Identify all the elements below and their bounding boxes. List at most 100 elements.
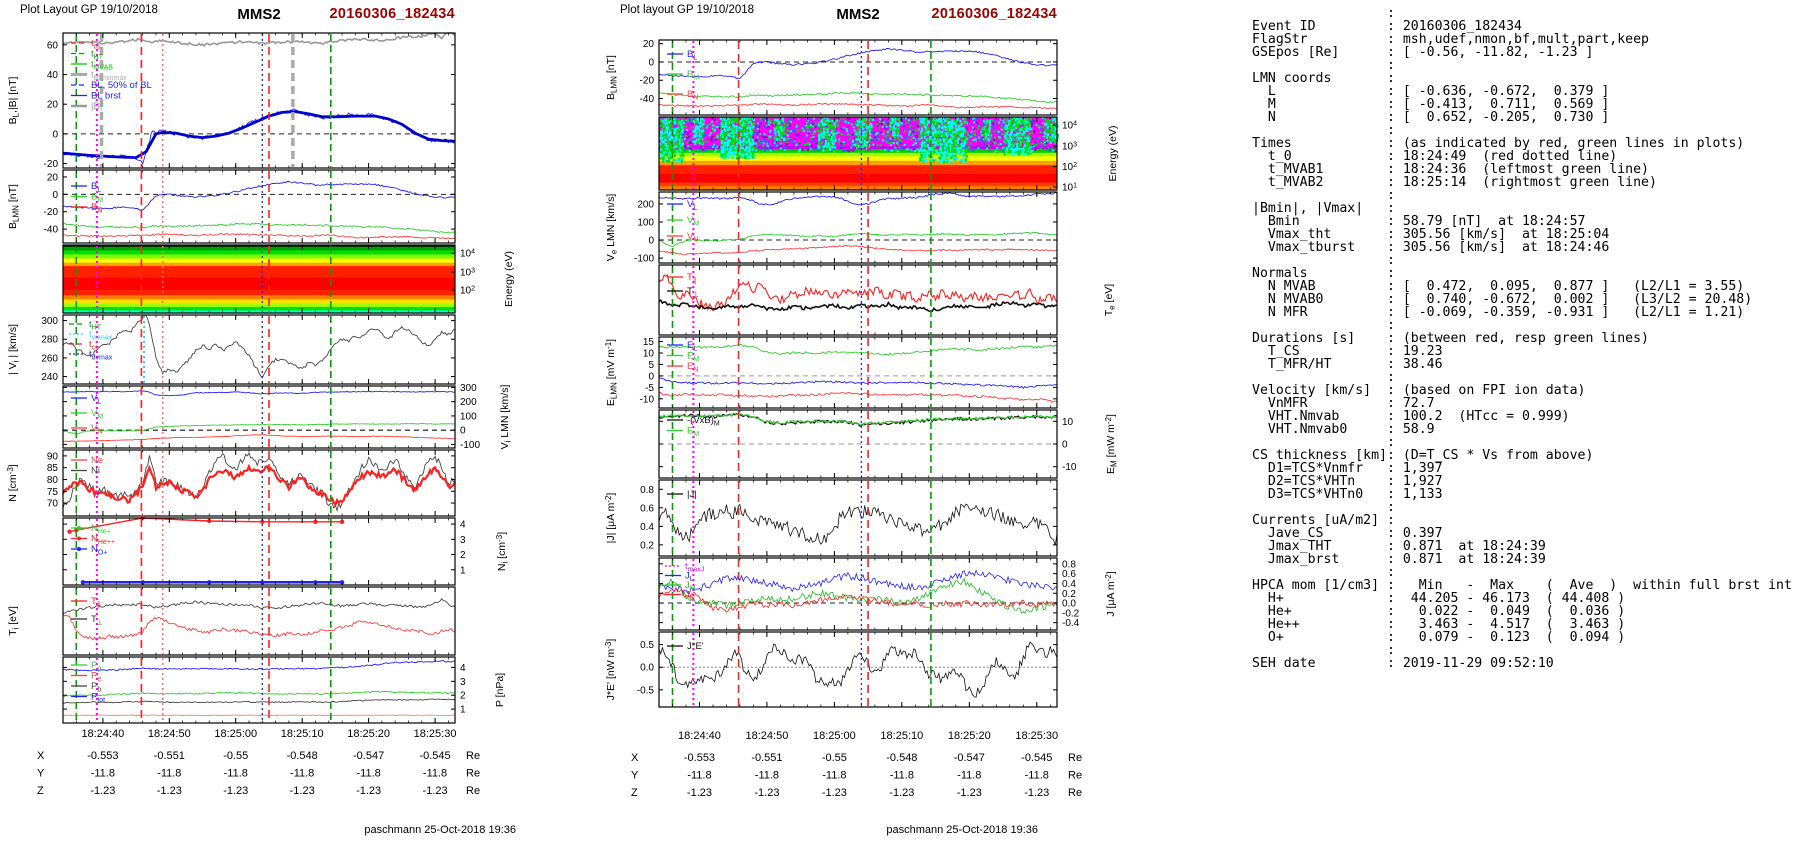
svg-text:Ti [eV]: Ti [eV] bbox=[7, 606, 21, 636]
left-position-row-Z: Z -1.23 -1.23 -1.23 -1.23 -1.23 -1.23 Re bbox=[37, 785, 480, 797]
svg-text:VM: VM bbox=[91, 408, 103, 421]
svg-text:-1.23: -1.23 bbox=[90, 785, 115, 797]
mid-panel-electron-spectrogram: 104103102101Energy (eV) bbox=[658, 116, 1119, 194]
mid-panel-ve-lmn: -1000100200Ve LMN [km/s] VLVMVN bbox=[605, 191, 1058, 265]
svg-text:|B|: |B| bbox=[91, 101, 102, 112]
mid-time-axis: 18:24:40 18:24:50 18:25:00 18:25:10 18:25:20… bbox=[678, 730, 1058, 742]
svg-text:-11.8: -11.8 bbox=[91, 768, 115, 780]
svg-text:-20: -20 bbox=[44, 207, 59, 218]
svg-text:N [cm-3]: N [cm-3] bbox=[6, 464, 19, 502]
svg-text:40: 40 bbox=[47, 70, 59, 81]
left-series-BN bbox=[62, 233, 456, 240]
svg-text:BL,|B| [nT]: BL,|B| [nT] bbox=[7, 76, 21, 124]
svg-text:-1.23: -1.23 bbox=[223, 785, 248, 797]
mid-series-JN bbox=[658, 587, 1058, 613]
svg-text:240: 240 bbox=[41, 372, 58, 383]
left-plot-canvas: -200204060BL,|B| [nT]tcstHTtMVABtBLminma… bbox=[6, 32, 515, 797]
left-panel-density: 7075808590 N [cm-3] NeNi bbox=[6, 449, 456, 517]
left-panel-vi-mag: 240260280300| Vi | [km/s] tHTtvnmaxtcstdv… bbox=[7, 314, 456, 385]
left-series-Pp bbox=[62, 690, 456, 698]
left-series-BLsmooth bbox=[62, 110, 456, 160]
svg-text:3: 3 bbox=[460, 677, 466, 688]
svg-text:Re: Re bbox=[466, 785, 480, 797]
svg-text:-0.548: -0.548 bbox=[287, 750, 318, 762]
svg-text:BLMN [nT]: BLMN [nT] bbox=[605, 55, 619, 100]
mid-position-row-Z: Z -1.23 -1.23 -1.23 -1.23 -1.23 -1.23 Re bbox=[631, 787, 1082, 799]
mid-series-EL bbox=[658, 377, 1058, 389]
left-series-BM bbox=[62, 222, 456, 234]
mid-series-JL bbox=[658, 569, 1058, 595]
svg-text:0: 0 bbox=[460, 426, 466, 437]
left-series-VM bbox=[62, 423, 456, 435]
svg-text:300: 300 bbox=[41, 316, 58, 327]
mid-series-JdotE bbox=[658, 641, 1058, 698]
svg-text:-11.8: -11.8 bbox=[356, 768, 380, 780]
svg-text:280: 280 bbox=[41, 335, 58, 346]
plot-footer-signature: paschmann 25-Oct-2018 19:36 bbox=[886, 824, 1038, 836]
svg-text:Y: Y bbox=[37, 768, 45, 780]
left-series-Bmag bbox=[63, 32, 456, 48]
svg-text:Vi LMN [km/s]: Vi LMN [km/s] bbox=[499, 385, 513, 450]
left-panel-pressure: 1234P [nPa]PpPePbPtot bbox=[62, 656, 506, 724]
svg-text:90: 90 bbox=[47, 451, 59, 462]
left-panel-ti: Ti [eV] T∥ T⊥ bbox=[7, 586, 456, 656]
svg-text:18:24:40: 18:24:40 bbox=[81, 728, 124, 740]
left-series-BLbrst bbox=[62, 108, 456, 165]
svg-text:VN: VN bbox=[91, 423, 102, 436]
svg-text:BL, 50% of BL: BL, 50% of BL bbox=[91, 80, 152, 91]
svg-text:-1.23: -1.23 bbox=[423, 785, 448, 797]
svg-text:-0.55: -0.55 bbox=[223, 750, 248, 762]
mid-series-EN bbox=[658, 391, 1058, 404]
seh-event-figure: Plot Layout GP 19/10/2018 MMS2 20160306_… bbox=[0, 0, 1804, 841]
svg-text:-0.545: -0.545 bbox=[419, 750, 450, 762]
svg-text:BLMN [nT]: BLMN [nT] bbox=[7, 184, 21, 229]
left-position-row-Y: Y -11.8 -11.8 -11.8 -11.8 -11.8 -11.8 Re bbox=[37, 768, 480, 780]
left-series-Tipar bbox=[62, 613, 455, 641]
svg-text:75: 75 bbox=[47, 487, 59, 498]
svg-text:103: 103 bbox=[460, 268, 475, 279]
svg-text:X: X bbox=[37, 750, 45, 762]
left-panel-ion-spectrogram: 104 103 102 Energy (eV) bbox=[62, 244, 515, 314]
middle-plot-canvas: -40 -20 0 20 BLMN [nT] BL BM BN 104103102101Ener… bbox=[604, 39, 1119, 799]
left-panel-vi-lmn: -100 0 100 200 300 Vi LMN [km/s] VL VM VN bbox=[62, 383, 513, 451]
left-panel-hpca-density: 1234Ni [cm-3]NHe+NHe++NO+ bbox=[62, 515, 510, 586]
mid-panel-j-lmn: -0.4-0.20.00.20.40.60.8J [μA m-2]tmaxJJL… bbox=[658, 557, 1117, 631]
svg-text:-11.8: -11.8 bbox=[224, 768, 248, 780]
svg-text:-40: -40 bbox=[640, 94, 655, 105]
mid-panel-jmag: 0.20.40.60.8|J| [μA m-2] |J| bbox=[604, 479, 1058, 557]
svg-text:Z: Z bbox=[37, 785, 44, 797]
mid-series-VeN bbox=[658, 244, 1058, 256]
mid-series-BL bbox=[658, 48, 1058, 80]
mid-series-VeM bbox=[658, 231, 1058, 248]
mid-position-row-X: X -0.553 -0.551 -0.55 -0.548 -0.547 -0.545 Re bbox=[631, 752, 1082, 764]
svg-text:VL: VL bbox=[91, 393, 101, 406]
svg-text:-1.23: -1.23 bbox=[356, 785, 381, 797]
svg-text:2: 2 bbox=[460, 550, 466, 561]
svg-text:80: 80 bbox=[47, 475, 59, 486]
event-info-text: : Event ID : 20160306_182434 FlagStr : m… bbox=[1252, 6, 1792, 671]
svg-text:18:25:00: 18:25:00 bbox=[214, 728, 257, 740]
svg-text:20: 20 bbox=[47, 100, 59, 111]
svg-text:Re: Re bbox=[466, 768, 480, 780]
middle-plot: Plot layout GP 19/10/2018 MMS2 20160306_… bbox=[600, 0, 1145, 841]
svg-text:-11.8: -11.8 bbox=[290, 768, 314, 780]
svg-text:4: 4 bbox=[460, 663, 466, 674]
svg-text:18:25:10: 18:25:10 bbox=[281, 728, 324, 740]
mid-series-VeL bbox=[658, 191, 1058, 206]
svg-text:| Vi | [km/s]: | Vi | [km/s] bbox=[7, 324, 21, 375]
svg-text:60: 60 bbox=[47, 40, 59, 51]
svg-text:0: 0 bbox=[52, 129, 58, 140]
mid-panel-e-lmn: -10-5051015ELMN [mV m-1] ELEMEN bbox=[604, 336, 1058, 409]
left-series-Pe bbox=[62, 714, 456, 717]
svg-text:Ni: Ni bbox=[91, 466, 100, 477]
svg-text:-20: -20 bbox=[44, 159, 59, 170]
left-series-Vimag bbox=[62, 314, 456, 379]
svg-text:18:25:20: 18:25:20 bbox=[347, 728, 390, 740]
svg-text:-11.8: -11.8 bbox=[157, 768, 181, 780]
svg-text:200: 200 bbox=[460, 397, 477, 408]
svg-text:1: 1 bbox=[460, 705, 466, 716]
left-plot: Plot Layout GP 19/10/2018 MMS2 20160306_… bbox=[0, 0, 530, 841]
mid-panel-jdote: -0.50.00.5J*E' [nW m-3]J*E' bbox=[604, 631, 1058, 708]
svg-text:BN: BN bbox=[687, 89, 698, 102]
svg-text:85: 85 bbox=[47, 463, 59, 474]
